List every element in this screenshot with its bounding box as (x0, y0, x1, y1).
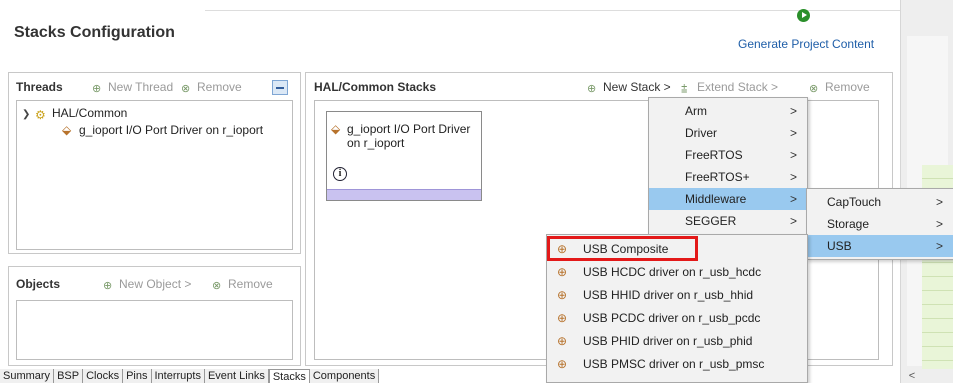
new-stack-label: New Stack > (603, 80, 671, 94)
menu-item-middleware[interactable]: Middleware > (649, 188, 807, 210)
stacks-title: HAL/Common Stacks (314, 80, 437, 94)
add-icon: ⊕ (103, 280, 113, 292)
module-icon: ⊕ (557, 334, 568, 348)
tab-event-links[interactable]: Event Links (204, 369, 269, 383)
menu-item-label: FreeRTOS+ (685, 170, 750, 184)
new-thread-button[interactable]: ⊕ New Thread (92, 80, 174, 95)
chevron-down-icon[interactable]: ❯ (22, 109, 32, 120)
hal-common-icon (35, 108, 49, 120)
menu-item-label: FreeRTOS (685, 148, 743, 162)
stack-module-card[interactable]: ⬙ g_ioport I/O Port Driver on r_ioport i (326, 111, 482, 201)
tree-child-label: g_ioport I/O Port Driver on r_ioport (79, 123, 264, 137)
extend-icon: ⩲ (681, 83, 688, 95)
module-icon: ⊕ (557, 288, 568, 302)
menu-item-driver[interactable]: Driver > (649, 122, 807, 144)
remove-icon: ⊗ (212, 280, 222, 292)
threads-title: Threads (16, 80, 63, 94)
new-object-button[interactable]: ⊕ New Object > (103, 277, 192, 292)
module-icon: ⊕ (557, 311, 568, 325)
stack-card-bar (327, 189, 481, 200)
play-circle-icon[interactable] (797, 9, 810, 22)
tree-root-label: HAL/Common (52, 106, 128, 120)
menu-item-usb-pcdc[interactable]: ⊕ USB PCDC driver on r_usb_pcdc (547, 307, 807, 329)
menu-item-label: SEGGER (685, 214, 737, 228)
scroll-left-icon[interactable]: < (902, 369, 922, 383)
menu-item-usb-hcdc[interactable]: ⊕ USB HCDC driver on r_usb_hcdc (547, 261, 807, 283)
collapse-icon[interactable] (272, 80, 288, 95)
stack-card-label: g_ioport I/O Port Driver on r_ioport (347, 122, 471, 150)
menu-item-freertos[interactable]: FreeRTOS > (649, 144, 807, 166)
module-icon: ⬙ (331, 122, 341, 136)
menu-item-usb-hhid[interactable]: ⊕ USB HHID driver on r_usb_hhid (547, 284, 807, 306)
remove-object-label: Remove (228, 277, 273, 291)
module-icon: ⊕ (557, 357, 568, 371)
middleware-submenu: CapTouch > Storage > USB > (806, 188, 953, 260)
menu-item-label: USB PCDC driver on r_usb_pcdc (583, 311, 761, 325)
new-object-label: New Object > (119, 277, 192, 291)
header-divider (205, 10, 900, 11)
objects-list (16, 300, 293, 360)
remove-icon: ⊗ (181, 83, 191, 95)
remove-thread-button[interactable]: ⊗ Remove (181, 80, 242, 95)
module-icon: ⬙ (62, 123, 72, 137)
menu-item-usb-pmsc[interactable]: ⊕ USB PMSC driver on r_usb_pmsc (547, 353, 807, 375)
menu-item-label: USB (827, 239, 852, 253)
remove-object-button[interactable]: ⊗ Remove (212, 277, 273, 292)
info-icon[interactable]: i (333, 167, 347, 181)
tab-clocks[interactable]: Clocks (83, 369, 124, 383)
editor-tabs: Summary BSP Clocks Pins Interrupts Event… (0, 369, 380, 383)
menu-item-usb-phid[interactable]: ⊕ USB PHID driver on r_usb_phid (547, 330, 807, 352)
chevron-right-icon: > (789, 192, 797, 206)
usb-composite-highlight (547, 236, 698, 261)
menu-item-label: USB HHID driver on r_usb_hhid (583, 288, 754, 302)
tree-item-hal-common[interactable]: ❯ HAL/Common (22, 106, 127, 120)
add-icon: ⊕ (587, 83, 597, 95)
menu-item-arm[interactable]: Arm > (649, 100, 807, 122)
chevron-right-icon: > (935, 239, 943, 253)
chevron-right-icon: > (789, 148, 797, 162)
tab-components[interactable]: Components (309, 369, 380, 383)
remove-thread-label: Remove (197, 80, 242, 94)
chevron-right-icon: > (935, 195, 943, 209)
menu-item-freertos-plus[interactable]: FreeRTOS+ > (649, 166, 807, 188)
tree-item-g-ioport[interactable]: ⬙ g_ioport I/O Port Driver on r_ioport (62, 123, 263, 137)
tab-summary[interactable]: Summary (0, 369, 55, 383)
module-icon: ⊕ (557, 265, 568, 279)
menu-item-captouch[interactable]: CapTouch > (807, 191, 953, 213)
new-thread-label: New Thread (108, 80, 174, 94)
chevron-right-icon: > (789, 214, 797, 228)
menu-item-label: Driver (685, 126, 717, 140)
menu-item-label: USB PMSC driver on r_usb_pmsc (583, 357, 765, 371)
generate-project-content-link[interactable]: Generate Project Content (738, 37, 874, 51)
objects-title: Objects (16, 277, 61, 291)
tab-interrupts[interactable]: Interrupts (151, 369, 205, 383)
menu-item-usb[interactable]: USB > (807, 235, 953, 257)
menu-item-label: Middleware (685, 192, 747, 206)
chevron-right-icon: > (935, 217, 943, 231)
new-stack-menu: Arm > Driver > FreeRTOS > FreeRTOS+ > Middle… (648, 97, 808, 235)
new-stack-button[interactable]: ⊕ New Stack > (587, 80, 671, 95)
menu-item-label: Arm (685, 104, 707, 118)
chevron-right-icon: > (789, 170, 797, 184)
menu-item-segger[interactable]: SEGGER > (649, 210, 807, 232)
add-icon: ⊕ (92, 83, 102, 95)
extend-stack-label: Extend Stack > (697, 80, 779, 94)
menu-item-label: CapTouch (827, 195, 882, 209)
remove-icon: ⊗ (809, 83, 819, 95)
tab-bsp[interactable]: BSP (54, 369, 84, 383)
remove-stack-button[interactable]: ⊗ Remove (809, 80, 870, 95)
menu-item-label: USB PHID driver on r_usb_phid (583, 334, 753, 348)
tab-stacks[interactable]: Stacks (268, 369, 310, 383)
page-title: Stacks Configuration (14, 24, 175, 41)
chevron-right-icon: > (789, 126, 797, 140)
extend-stack-button[interactable]: ⩲ Extend Stack > (681, 80, 779, 95)
chevron-right-icon: > (789, 104, 797, 118)
menu-item-label: USB HCDC driver on r_usb_hcdc (583, 265, 762, 279)
tab-pins[interactable]: Pins (123, 369, 152, 383)
menu-item-storage[interactable]: Storage > (807, 213, 953, 235)
menu-item-label: Storage (827, 217, 870, 231)
remove-stack-label: Remove (825, 80, 870, 94)
